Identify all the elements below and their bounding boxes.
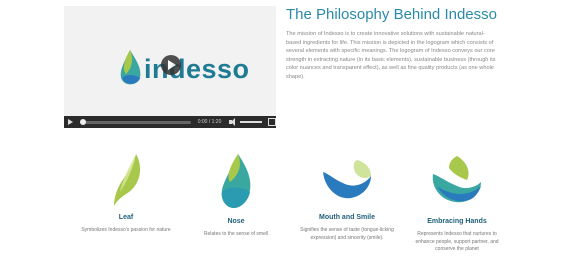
embracing-hands-icon bbox=[432, 156, 481, 203]
feature-mouth-smile: Mouth and Smile Signifies the sense of t… bbox=[297, 152, 397, 242]
feature-title: Mouth and Smile bbox=[319, 214, 375, 221]
feature-title: Nose bbox=[227, 218, 245, 225]
time-display: 0:00 / 1:20 bbox=[197, 119, 222, 125]
nose-icon bbox=[221, 154, 251, 208]
volume-icon[interactable] bbox=[229, 118, 237, 126]
feature-title: Leaf bbox=[118, 214, 134, 221]
feature-description: Relates to the sense of smell bbox=[203, 231, 269, 237]
logo-wordmark: indesso bbox=[144, 54, 250, 84]
indesso-drop-icon bbox=[120, 50, 141, 85]
feature-nose: Nose Relates to the sense of smell bbox=[186, 152, 286, 239]
fullscreen-icon[interactable] bbox=[268, 118, 276, 126]
feature-description: Represents Indesso that nurtures to enha… bbox=[415, 231, 499, 252]
play-button[interactable] bbox=[161, 55, 181, 75]
page-title: The Philosophy Behind Indesso bbox=[286, 6, 497, 23]
feature-leaf: Leaf Symbolizes Indesso's passion for na… bbox=[76, 152, 176, 235]
philosophy-description: The mission of Indesso is to create inno… bbox=[286, 31, 496, 80]
volume-slider[interactable] bbox=[240, 121, 263, 123]
video-controls: 0:00 / 1:20 bbox=[64, 116, 276, 128]
mouth-smile-icon bbox=[323, 160, 371, 199]
control-play-icon[interactable] bbox=[64, 116, 76, 128]
video-player[interactable]: indesso 0:00 / 1:20 bbox=[64, 6, 276, 128]
feature-embracing-hands: Embracing Hands Represents Indesso that … bbox=[407, 152, 507, 254]
leaf-icon bbox=[114, 154, 141, 206]
feature-description: Symbolizes Indesso's passion for nature bbox=[81, 227, 171, 233]
feature-description: Signifies the sense of taste (tongue-lic… bbox=[300, 227, 394, 241]
progress-knob[interactable] bbox=[79, 118, 86, 125]
progress-bar[interactable] bbox=[79, 118, 191, 125]
feature-title: Embracing Hands bbox=[427, 218, 487, 225]
